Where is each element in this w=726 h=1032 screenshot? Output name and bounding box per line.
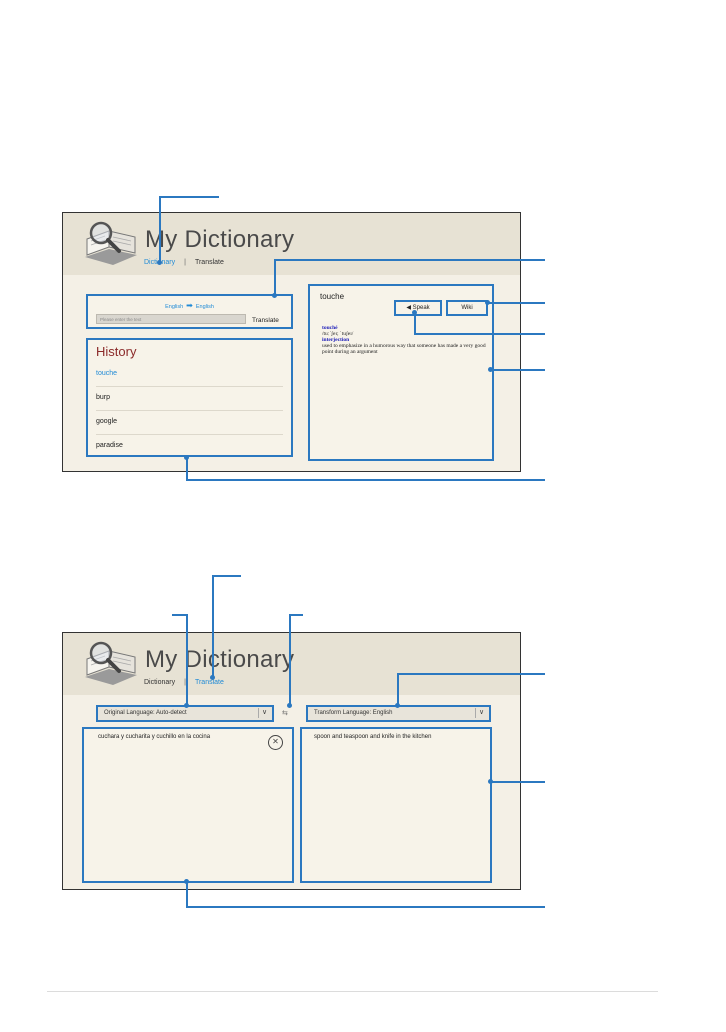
swap-languages-icon[interactable]: ⇆ <box>282 709 288 717</box>
nav-tabs: Dictionary|Translate <box>144 259 224 266</box>
definition-word: touche <box>320 292 345 301</box>
history-item[interactable]: burp <box>96 386 283 411</box>
chevron-down-icon: ∨ <box>258 708 270 718</box>
callout-line <box>212 575 214 677</box>
callout-line <box>186 906 545 908</box>
history-title: History <box>96 344 137 359</box>
nav-separator: | <box>184 259 186 266</box>
definition-content: touché /tuːˈʃeɪ; ˈtuʃeɪ/ interjection us… <box>322 325 486 355</box>
callout-dot <box>157 260 162 265</box>
callout-line <box>159 196 219 198</box>
callout-line <box>289 614 303 616</box>
source-language[interactable]: English <box>165 304 183 310</box>
callout-dot <box>287 703 292 708</box>
tab-translate[interactable]: Translate <box>195 679 224 686</box>
translate-screenshot: My Dictionary Dictionary|Translate Origi… <box>62 632 521 890</box>
history-panel: History touche burp google paradise <box>86 338 293 457</box>
callout-line <box>159 196 161 263</box>
wiki-button[interactable]: Wiki <box>446 300 488 316</box>
app-header: My Dictionary Dictionary|Translate <box>63 633 520 695</box>
callout-line <box>414 313 416 334</box>
callout-dot <box>184 455 189 460</box>
dictionary-logo-icon <box>85 641 137 685</box>
meaning: used to emphasize in a humorous way that… <box>322 343 486 355</box>
definition-panel: touche ◀ Speak Wiki touché /tuːˈʃeɪ; ˈtu… <box>308 284 494 461</box>
transform-language-label: Transform Language: English <box>314 710 393 716</box>
callout-dot <box>395 703 400 708</box>
app-title: My Dictionary <box>145 646 295 673</box>
translated-text-area: spoon and teaspoon and knife in the kitc… <box>300 727 492 883</box>
tab-translate[interactable]: Translate <box>195 259 224 266</box>
callout-dot <box>488 779 493 784</box>
callout-line <box>488 302 545 304</box>
app-title: My Dictionary <box>145 226 295 253</box>
translated-text: spoon and teaspoon and knife in the kitc… <box>314 734 432 740</box>
target-language[interactable]: English <box>196 304 214 310</box>
nav-tabs: Dictionary|Translate <box>144 679 224 686</box>
callout-dot <box>272 293 277 298</box>
tab-dictionary[interactable]: Dictionary <box>144 679 175 686</box>
callout-line <box>397 673 399 706</box>
speak-button[interactable]: ◀ Speak <box>394 300 442 316</box>
callout-dot <box>210 675 215 680</box>
right-arrow-icon: ➡ <box>186 301 193 310</box>
language-row: English ➡ English <box>88 301 291 310</box>
original-language-label: Original Language: Auto-detect <box>104 710 187 716</box>
callout-line <box>490 781 545 783</box>
callout-line <box>414 333 545 335</box>
callout-line <box>274 259 545 261</box>
callout-dot <box>488 367 493 372</box>
callout-line <box>490 369 545 371</box>
chevron-down-icon: ∨ <box>475 708 487 718</box>
lookup-box: English ➡ English Please enter the text Tr… <box>86 294 293 329</box>
source-text-area[interactable]: cuchara y cucharita y cuchillo en la coc… <box>82 727 294 883</box>
callout-line <box>186 882 188 907</box>
dictionary-screenshot: My Dictionary Dictionary|Translate Engli… <box>62 212 521 472</box>
callout-line <box>186 614 188 706</box>
word-input[interactable]: Please enter the text <box>96 314 246 324</box>
callout-dot <box>485 300 490 305</box>
speaker-icon: ◀ <box>406 305 411 311</box>
callout-line <box>212 575 241 577</box>
history-item[interactable]: paradise <box>96 434 283 458</box>
footer-rule <box>47 991 658 992</box>
history-item[interactable]: touche <box>96 362 283 387</box>
callout-dot <box>412 310 417 315</box>
translate-button[interactable]: Translate <box>252 317 279 324</box>
dictionary-logo-icon <box>85 221 137 265</box>
callout-dot <box>184 703 189 708</box>
callout-line <box>186 458 188 480</box>
app-header: My Dictionary Dictionary|Translate <box>63 213 520 275</box>
history-item[interactable]: google <box>96 410 283 435</box>
callout-line <box>289 614 291 706</box>
source-text: cuchara y cucharita y cuchillo en la coc… <box>98 734 211 740</box>
callout-line <box>186 479 545 481</box>
callout-line <box>397 673 545 675</box>
clear-icon[interactable]: ✕ <box>268 735 283 750</box>
callout-line <box>274 259 276 296</box>
callout-dot <box>184 879 189 884</box>
